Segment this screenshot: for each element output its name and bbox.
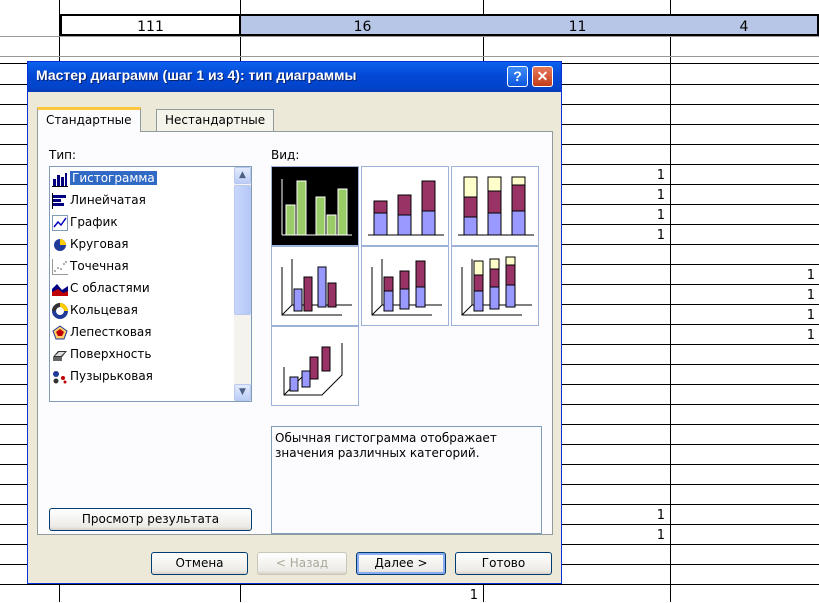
list-item-column[interactable]: Гистограмма (52, 168, 232, 188)
preview-button[interactable]: Просмотр результата (49, 508, 252, 531)
chart-description: Обычная гистограмма отображает значения … (271, 426, 542, 534)
subtype-3d-clustered-column[interactable] (271, 246, 359, 326)
cell-value[interactable]: 1 (645, 168, 665, 183)
list-item-label: Точечная (70, 259, 129, 273)
cell-value[interactable]: 1 (645, 528, 665, 543)
subtype-3d-100-stacked-column[interactable] (451, 246, 539, 326)
pie-chart-icon (52, 237, 68, 253)
list-item-bar[interactable]: Линейчатая (52, 190, 232, 210)
cell-value[interactable]: 11 (484, 14, 671, 36)
cell-value[interactable]: 1 (795, 328, 815, 343)
scatter-chart-icon (52, 258, 68, 275)
cell-value[interactable]: 1 (795, 268, 815, 283)
list-item-bubble[interactable]: Пузырьковая (52, 366, 232, 386)
scroll-up-button[interactable]: ▲ (234, 167, 251, 184)
finish-button[interactable]: Готово (455, 552, 552, 575)
radar-chart-icon (52, 324, 68, 341)
surface-chart-icon (52, 347, 68, 363)
tab-panel-standard: Тип: Вид: Гистограмма Линейчатая График (37, 131, 553, 535)
tab-label: Стандартные (46, 113, 132, 127)
view-label: Вид: (271, 148, 300, 162)
bar-chart-icon (52, 192, 68, 209)
cell-value[interactable]: 1 (458, 588, 478, 603)
subtype-3d-column[interactable] (271, 326, 359, 406)
cell-value[interactable]: 1 (645, 228, 665, 243)
list-item-pie[interactable]: Круговая (52, 234, 232, 254)
list-item-label: Поверхность (70, 347, 152, 361)
close-icon: ✕ (536, 68, 549, 84)
list-item-area[interactable]: С областями (52, 278, 232, 298)
subtype-clustered-column[interactable] (271, 166, 359, 246)
list-item-label: С областями (70, 281, 150, 295)
chart-type-list[interactable]: Гистограмма Линейчатая График Круговая Т… (49, 166, 252, 402)
tab-custom[interactable]: Нестандартные (156, 109, 275, 132)
type-label: Тип: (49, 148, 77, 162)
line-chart-icon (52, 214, 68, 231)
list-item-label: Гистограмма (70, 171, 157, 185)
list-item-doughnut[interactable]: Кольцевая (52, 300, 232, 320)
finish-button-label: Готово (481, 556, 526, 570)
list-item-surface[interactable]: Поверхность (52, 344, 232, 364)
close-button[interactable]: ✕ (532, 66, 553, 87)
cell-value[interactable]: 111 (60, 14, 241, 36)
scroll-down-button[interactable]: ▼ (234, 384, 251, 401)
list-item-label: График (70, 215, 118, 229)
cell-value[interactable]: 16 (241, 14, 484, 36)
back-button[interactable]: < Назад (257, 552, 347, 575)
cancel-button-label: Отмена (175, 556, 224, 570)
subtype-stacked-column[interactable] (361, 166, 449, 246)
subtype-3d-stacked-column[interactable] (361, 246, 449, 326)
header-row: 111 16 11 4 (0, 14, 819, 36)
chevron-down-icon: ▼ (239, 387, 246, 397)
doughnut-chart-icon (52, 302, 68, 319)
list-item-label: Кольцевая (70, 303, 138, 317)
list-item-line[interactable]: График (52, 212, 232, 232)
bubble-chart-icon (52, 369, 68, 385)
subtype-100-stacked-column[interactable] (451, 166, 539, 246)
dialog-titlebar[interactable]: Мастер диаграмм (шаг 1 из 4): тип диагра… (28, 62, 561, 92)
help-button[interactable]: ? (507, 66, 528, 87)
preview-button-label: Просмотр результата (81, 512, 220, 526)
list-item-label: Пузырьковая (70, 369, 153, 383)
tab-standard[interactable]: Стандартные (37, 107, 141, 132)
area-chart-icon (52, 281, 68, 297)
cell-value[interactable]: 1 (795, 288, 815, 303)
back-button-label: < Назад (275, 556, 329, 570)
cell-value[interactable]: 4 (671, 14, 819, 36)
cell-value[interactable]: 1 (795, 308, 815, 323)
next-button[interactable]: Далее > (356, 552, 446, 575)
help-icon: ? (513, 68, 522, 84)
cancel-button[interactable]: Отмена (151, 552, 248, 575)
next-button-label: Далее > (374, 556, 428, 570)
list-scrollbar[interactable]: ▲ ▼ (234, 167, 251, 401)
scroll-thumb[interactable] (234, 185, 251, 315)
list-item-label: Линейчатая (70, 193, 146, 207)
cell-value[interactable]: 1 (645, 508, 665, 523)
tab-label: Нестандартные (165, 113, 266, 127)
list-item-label: Лепестковая (70, 325, 152, 339)
chart-wizard-dialog: Мастер диаграмм (шаг 1 из 4): тип диагра… (27, 61, 562, 584)
cell-value[interactable]: 1 (645, 188, 665, 203)
list-item-radar[interactable]: Лепестковая (52, 322, 232, 342)
dialog-title: Мастер диаграмм (шаг 1 из 4): тип диагра… (36, 67, 357, 83)
chevron-up-icon: ▲ (239, 170, 246, 180)
list-item-scatter[interactable]: Точечная (52, 256, 232, 276)
cell-value[interactable]: 1 (645, 208, 665, 223)
list-item-label: Круговая (70, 237, 129, 251)
column-chart-icon (52, 171, 68, 187)
